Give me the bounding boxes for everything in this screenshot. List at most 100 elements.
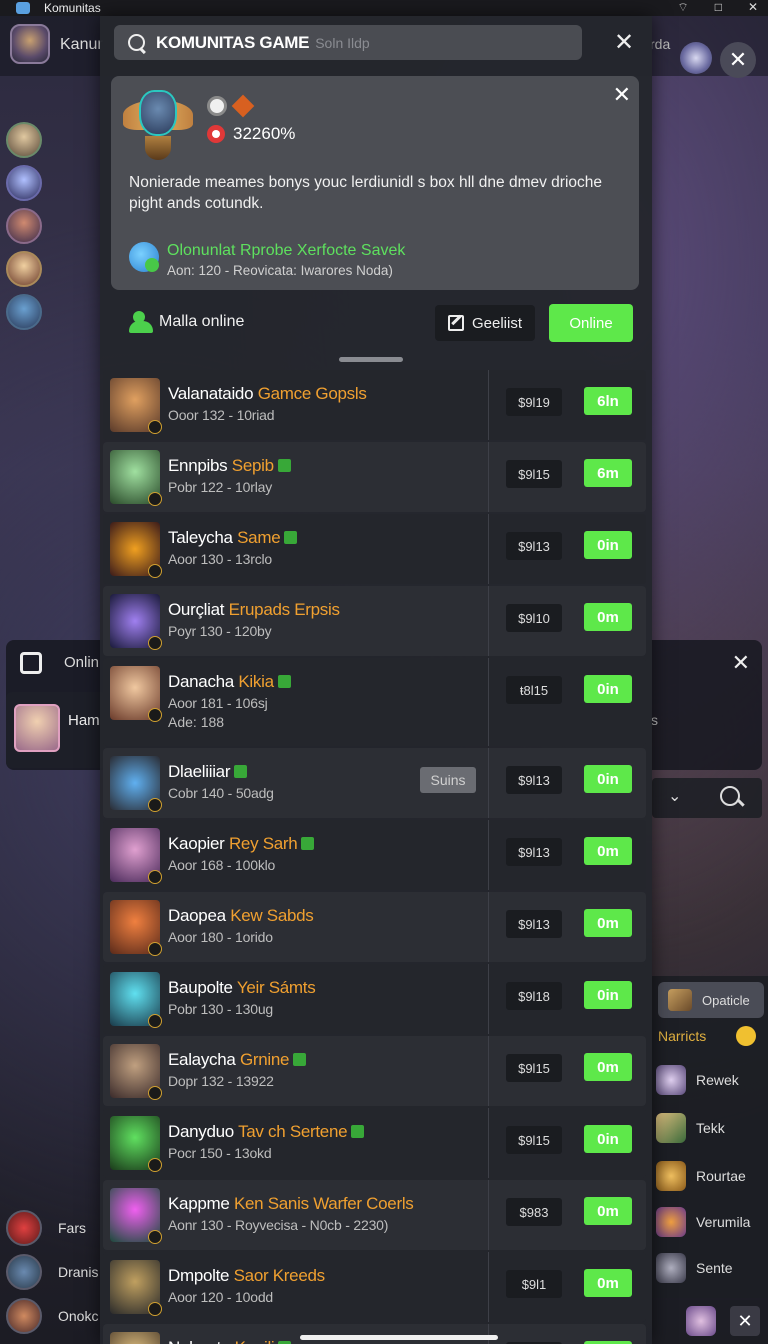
emoji-icon[interactable] [736,1026,756,1046]
background-close-button[interactable]: ✕ [720,42,756,78]
notification-link[interactable]: Olonunlat Rprobe Xerfocte Savek [167,242,405,260]
profile-avatar[interactable] [10,24,50,64]
checklist-button[interactable]: Geeliist [435,305,535,341]
chevron-down-icon[interactable]: ⌄ [668,786,681,806]
alert-icon [207,125,225,143]
game-thumbnail[interactable] [110,666,162,722]
maximize-icon[interactable]: □ [715,0,722,15]
level-badge-icon [148,420,162,434]
game-row[interactable]: Dlaeliiiar Cobr 140 - 50adg Suins $9l13 0in [103,748,646,818]
game-thumbnail[interactable] [110,1260,162,1316]
home-indicator[interactable] [300,1335,498,1340]
list-item[interactable]: Onokc [6,1294,106,1338]
rail-avatar[interactable] [6,251,42,287]
notification-body: Nonierade meames bonys youc lerdiunidl s… [129,174,603,212]
tab-opaticle[interactable]: Opaticle [658,982,764,1018]
game-thumbnail[interactable] [110,1332,160,1344]
join-button[interactable]: 0m [584,603,632,631]
drag-handle[interactable] [339,357,403,362]
game-thumbnail[interactable] [110,828,162,884]
game-thumbnail[interactable] [110,594,162,650]
join-button[interactable]: 6m [584,459,632,487]
game-thumbnail[interactable] [110,900,162,956]
edit-icon [447,315,464,331]
game-row[interactable]: Ourçliat Erupads Erpsis Poyr 130 - 120by $… [103,586,646,656]
overlay-close-button[interactable]: ✕ [610,28,638,56]
game-row[interactable]: Danyduo Tav ch Sertene Pocr 150 - 13okd $9… [103,1108,646,1178]
game-title: Dlaeliiiar [168,762,248,782]
list-item[interactable]: Sente [656,1250,733,1286]
game-thumbnail[interactable] [110,756,162,812]
level-badge-icon [148,1014,162,1028]
list-item-label: Onokc [58,1308,99,1324]
game-title-main: Ourçliat [168,600,225,619]
join-button[interactable]: 0m [584,1197,632,1225]
game-title: Taleycha Same [168,528,298,548]
join-button[interactable]: 0m [584,909,632,937]
rail-avatar[interactable] [6,165,42,201]
gem-icon [301,837,315,850]
game-row[interactable]: Danacha Kikia Aoor 181 - 106sj Ade: 188 ŧ8l… [103,658,646,746]
game-title: Baupolte Yeir Sámts [168,978,316,998]
join-button[interactable]: 0m [584,1269,632,1297]
guild-avatar[interactable] [680,42,712,74]
status-circle-icon [207,96,227,116]
search-input[interactable]: KOMUNITAS GAME Soln Ildp [114,25,582,60]
list-item[interactable]: Rourtae [656,1158,746,1194]
list-item[interactable]: Verumila [656,1204,750,1240]
join-button[interactable]: 0in [584,1125,632,1153]
game-thumbnail[interactable] [110,450,162,506]
game-row[interactable]: Daopea Kew Sabds Aoor 180 - 1orido $9l13 0m [103,892,646,962]
avatar[interactable] [686,1306,716,1336]
tag-chip[interactable]: Suins [420,767,476,793]
join-button[interactable]: 0in [584,981,632,1009]
game-title-highlight: Grnine [239,1050,290,1069]
join-button[interactable]: 0in [584,531,632,559]
close-icon[interactable]: ✕ [732,650,750,676]
notification-close-button[interactable]: ✕ [613,82,631,108]
row-divider [488,1180,489,1250]
game-row[interactable]: Baupolte Yeir Sámts Pobr 130 - 130ug $9l18… [103,964,646,1034]
close-icon[interactable]: ✕ [730,1306,760,1336]
game-row[interactable]: Ealaycha Grnine Dopr 132 - 13922 $9l15 0m [103,1036,646,1106]
level-badge-icon [148,1302,162,1316]
friend-card[interactable]: Ham [6,692,106,768]
join-button[interactable]: 6ln [584,387,632,415]
gem-icon [293,1053,307,1066]
join-button[interactable]: 0m [584,1053,632,1081]
search-icon[interactable] [716,782,748,814]
list-item[interactable]: Tekk [656,1110,725,1146]
game-thumbnail[interactable] [110,522,162,578]
game-row[interactable]: Dmpolte Saor Kreeds Aoor 120 - 10odd $9l1 0… [103,1252,646,1322]
game-row[interactable]: Nahpata Kapili$9l30m [103,1324,646,1344]
search-placeholder: Soln Ildp [315,34,370,51]
list-item[interactable]: Dranis [6,1250,106,1294]
rail-avatar[interactable] [6,208,42,244]
price-chip: $9l13 [506,766,562,794]
refresh-icon[interactable] [20,652,42,674]
background-search-strip: ⌄ [652,778,762,818]
list-item[interactable]: Fars [6,1206,106,1250]
game-row[interactable]: Ennpibs Sepib Pobr 122 - 10rlay $9l15 6m [103,442,646,512]
game-row[interactable]: Valanataido Gamce Gopsls Ooor 132 - 10ria… [103,370,646,440]
game-row[interactable]: Kappme Ken Sanis Warfer Coerls Aonr 130 -… [103,1180,646,1250]
join-button[interactable]: 0m [584,837,632,865]
list-item[interactable]: Rewek [656,1062,739,1098]
rail-avatar[interactable] [6,122,42,158]
game-thumbnail[interactable] [110,1188,162,1244]
rail-avatar[interactable] [6,294,42,330]
game-row[interactable]: Kaopier Rey Sarh Aoor 168 - 100klo $9l13 0m [103,820,646,890]
game-thumbnail[interactable] [110,1116,162,1172]
game-thumbnail[interactable] [110,378,162,434]
close-window-icon[interactable]: ✕ [748,0,758,15]
row-divider [488,1252,489,1322]
game-thumbnail[interactable] [110,1044,162,1100]
game-row[interactable]: Taleycha Same Aoor 130 - 13rclo $9l13 0in [103,514,646,584]
game-thumbnail[interactable] [110,972,162,1028]
game-title-main: Danacha [168,672,234,691]
game-title-main: Nahpata [168,1338,230,1344]
join-button[interactable]: 0in [584,675,632,703]
online-button[interactable]: Online [549,304,633,342]
game-title: Ourçliat Erupads Erpsis [168,600,340,620]
join-button[interactable]: 0in [584,765,632,793]
